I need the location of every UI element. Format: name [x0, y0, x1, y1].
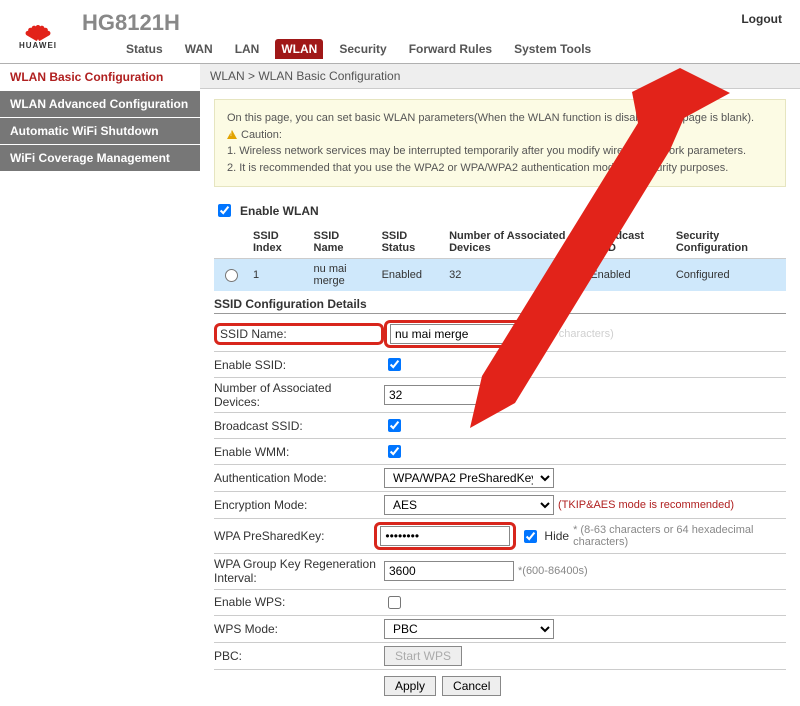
enable-wlan-label: Enable WLAN — [240, 204, 319, 218]
enable-ssid-label: Enable SSID: — [214, 358, 384, 372]
ssid-table: SSID Index SSID Name SSID Status Number … — [214, 226, 786, 291]
ssid-name-label: SSID Name: — [214, 323, 384, 345]
nav-wan[interactable]: WAN — [179, 39, 219, 59]
model-title: HG8121H — [82, 10, 180, 36]
logout-link[interactable]: Logout — [741, 12, 782, 26]
info-box: On this page, you can set basic WLAN par… — [214, 99, 786, 187]
group-key-hint: *(600-86400s) — [518, 565, 588, 577]
pbc-label: PBC: — [214, 649, 384, 663]
psk-input[interactable] — [380, 526, 510, 546]
assoc-devices-star: * — [488, 388, 493, 402]
assoc-devices-input[interactable] — [384, 385, 484, 405]
nav-lan[interactable]: LAN — [229, 39, 266, 59]
enable-wps-checkbox[interactable] — [388, 596, 401, 609]
psk-label: WPA PreSharedKey: — [214, 529, 374, 543]
enable-wps-label: Enable WPS: — [214, 595, 384, 609]
ssid-details-title: SSID Configuration Details — [214, 291, 786, 314]
cell-ssid-index: 1 — [247, 259, 308, 292]
main: WLAN > WLAN Basic Configuration On this … — [200, 64, 800, 706]
encryption-hint: (TKIP&AES mode is recommended) — [558, 499, 734, 511]
header: HUAWEI HG8121H Logout Status WAN LAN WLA… — [0, 0, 800, 64]
th-security: Security Configuration — [670, 226, 786, 259]
cell-ssid-security: Configured — [670, 259, 786, 292]
cell-ssid-status: Enabled — [376, 259, 444, 292]
start-wps-button[interactable]: Start WPS — [384, 646, 462, 666]
enable-ssid-checkbox[interactable] — [388, 358, 401, 371]
auth-mode-select[interactable]: WPA/WPA2 PreSharedKey — [384, 468, 554, 488]
ssid-row[interactable]: 1 nu mai merge Enabled 32 Enabled Config… — [214, 259, 786, 292]
ssid-name-hint: (1-32 characters) — [530, 328, 614, 340]
th-broadcast: Broadcast SSID — [584, 226, 670, 259]
ssid-row-radio[interactable] — [225, 269, 238, 282]
wps-mode-select[interactable]: PBC — [384, 619, 554, 639]
enable-wmm-label: Enable WMM: — [214, 445, 384, 459]
th-assoc-devices: Number of Associated Devices — [443, 226, 584, 259]
nav-security[interactable]: Security — [333, 39, 392, 59]
info-caution: Caution: — [241, 127, 282, 144]
auth-mode-label: Authentication Mode: — [214, 471, 384, 485]
encryption-mode-label: Encryption Mode: — [214, 498, 384, 512]
nav-forward-rules[interactable]: Forward Rules — [403, 39, 498, 59]
sidebar-item-wlan-advanced[interactable]: WLAN Advanced Configuration — [0, 91, 200, 118]
th-ssid-name: SSID Name — [308, 226, 376, 259]
info-line-3: 2. It is recommended that you use the WP… — [227, 160, 773, 177]
psk-hint: * (8-63 characters or 64 hexadecimal cha… — [573, 524, 786, 548]
ssid-name-input[interactable] — [390, 324, 520, 344]
sidebar-item-wlan-basic[interactable]: WLAN Basic Configuration — [0, 64, 200, 91]
broadcast-ssid-label: Broadcast SSID: — [214, 419, 384, 433]
cell-ssid-broadcast: Enabled — [584, 259, 670, 292]
apply-button[interactable]: Apply — [384, 676, 436, 696]
th-ssid-status: SSID Status — [376, 226, 444, 259]
encryption-mode-select[interactable]: AES — [384, 495, 554, 515]
sidebar-item-auto-wifi-shutdown[interactable]: Automatic WiFi Shutdown — [0, 118, 200, 145]
wps-mode-label: WPS Mode: — [214, 622, 384, 636]
psk-hide-checkbox[interactable] — [524, 530, 537, 543]
ssid-form: SSID Name: (1-32 characters) Enable SSID… — [214, 318, 786, 696]
logo-text: HUAWEI — [19, 41, 57, 50]
sidebar-item-wifi-coverage[interactable]: WiFi Coverage Management — [0, 145, 200, 172]
enable-wmm-checkbox[interactable] — [388, 445, 401, 458]
top-nav: Status WAN LAN WLAN Security Forward Rul… — [120, 39, 597, 59]
broadcast-ssid-checkbox[interactable] — [388, 419, 401, 432]
th-ssid-index: SSID Index — [247, 226, 308, 259]
sidebar: WLAN Basic Configuration WLAN Advanced C… — [0, 64, 200, 706]
cell-ssid-assoc: 32 — [443, 259, 584, 292]
cancel-button[interactable]: Cancel — [442, 676, 501, 696]
nav-system-tools[interactable]: System Tools — [508, 39, 597, 59]
group-key-input[interactable] — [384, 561, 514, 581]
nav-wlan[interactable]: WLAN — [275, 39, 323, 59]
enable-wlan-checkbox[interactable] — [218, 204, 231, 217]
huawei-petal-icon — [20, 13, 56, 39]
group-key-label: WPA Group Key Regeneration Interval: — [214, 557, 384, 586]
caution-icon — [227, 130, 237, 139]
psk-hide-label: Hide — [544, 529, 569, 543]
huawei-logo: HUAWEI — [14, 8, 62, 56]
cell-ssid-name: nu mai merge — [308, 259, 376, 292]
info-line-1: On this page, you can set basic WLAN par… — [227, 110, 773, 127]
breadcrumb: WLAN > WLAN Basic Configuration — [200, 64, 800, 89]
info-line-2: 1. Wireless network services may be inte… — [227, 143, 773, 160]
assoc-devices-label: Number of Associated Devices: — [214, 381, 384, 409]
nav-status[interactable]: Status — [120, 39, 169, 59]
